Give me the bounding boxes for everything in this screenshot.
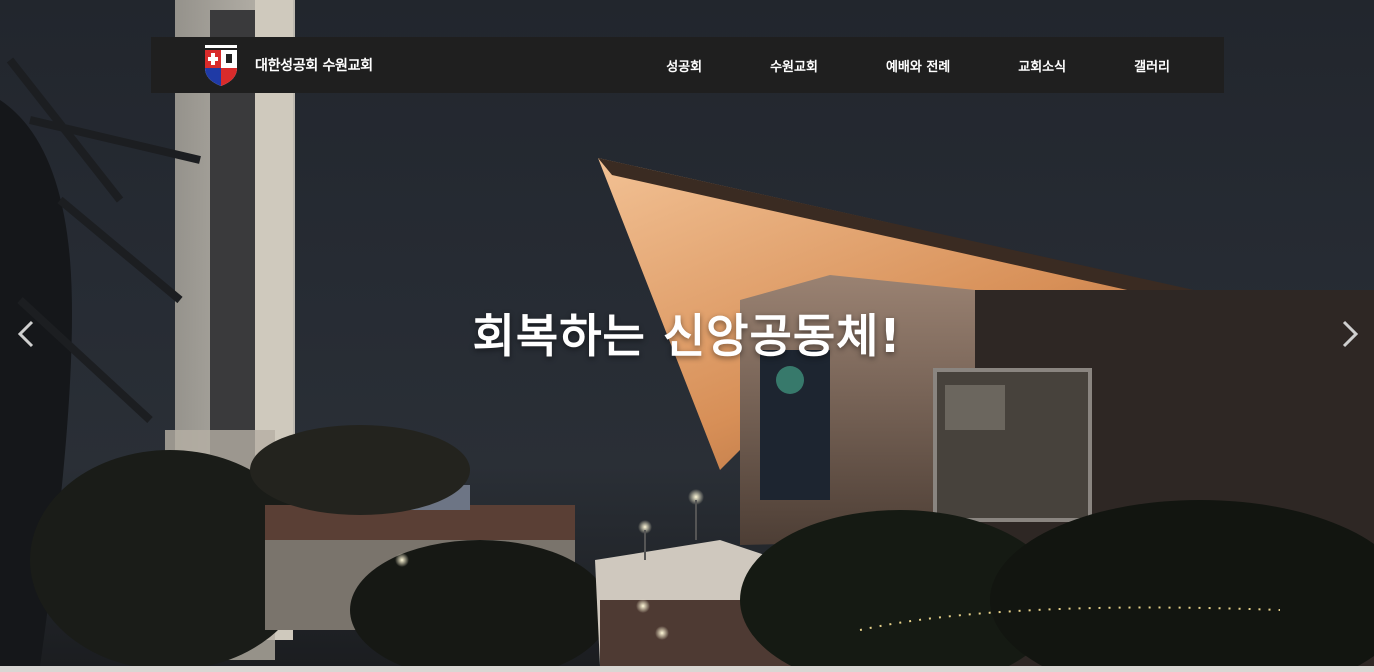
menu-item-news[interactable]: 교회소식 bbox=[1018, 56, 1066, 75]
chevron-left-icon bbox=[17, 320, 34, 348]
chevron-right-icon bbox=[1342, 320, 1359, 348]
menu-item-worship[interactable]: 예배와 전례 bbox=[886, 56, 950, 75]
slider-prev-button[interactable] bbox=[12, 314, 42, 354]
menu-item-suwon-church[interactable]: 수원교회 bbox=[770, 56, 818, 75]
brand-link[interactable]: 대한성공회 수원교회 bbox=[201, 43, 373, 87]
hero-slider: 회복하는 신앙공동체! bbox=[0, 0, 1374, 666]
hero-title: 회복하는 신앙공동체! bbox=[472, 309, 902, 363]
church-shield-logo-icon bbox=[205, 45, 237, 86]
brand-name: 대한성공회 수원교회 bbox=[255, 58, 373, 74]
bottom-strip bbox=[0, 666, 1374, 672]
menu-item-anglican[interactable]: 성공회 bbox=[666, 56, 702, 75]
main-menu: 성공회 수원교회 예배와 전례 교회소식 갤러리 bbox=[666, 37, 1170, 93]
top-navbar: 대한성공회 수원교회 성공회 수원교회 예배와 전례 교회소식 갤러리 bbox=[151, 37, 1224, 93]
slider-next-button[interactable] bbox=[1334, 314, 1364, 354]
menu-item-gallery[interactable]: 갤러리 bbox=[1134, 56, 1170, 75]
